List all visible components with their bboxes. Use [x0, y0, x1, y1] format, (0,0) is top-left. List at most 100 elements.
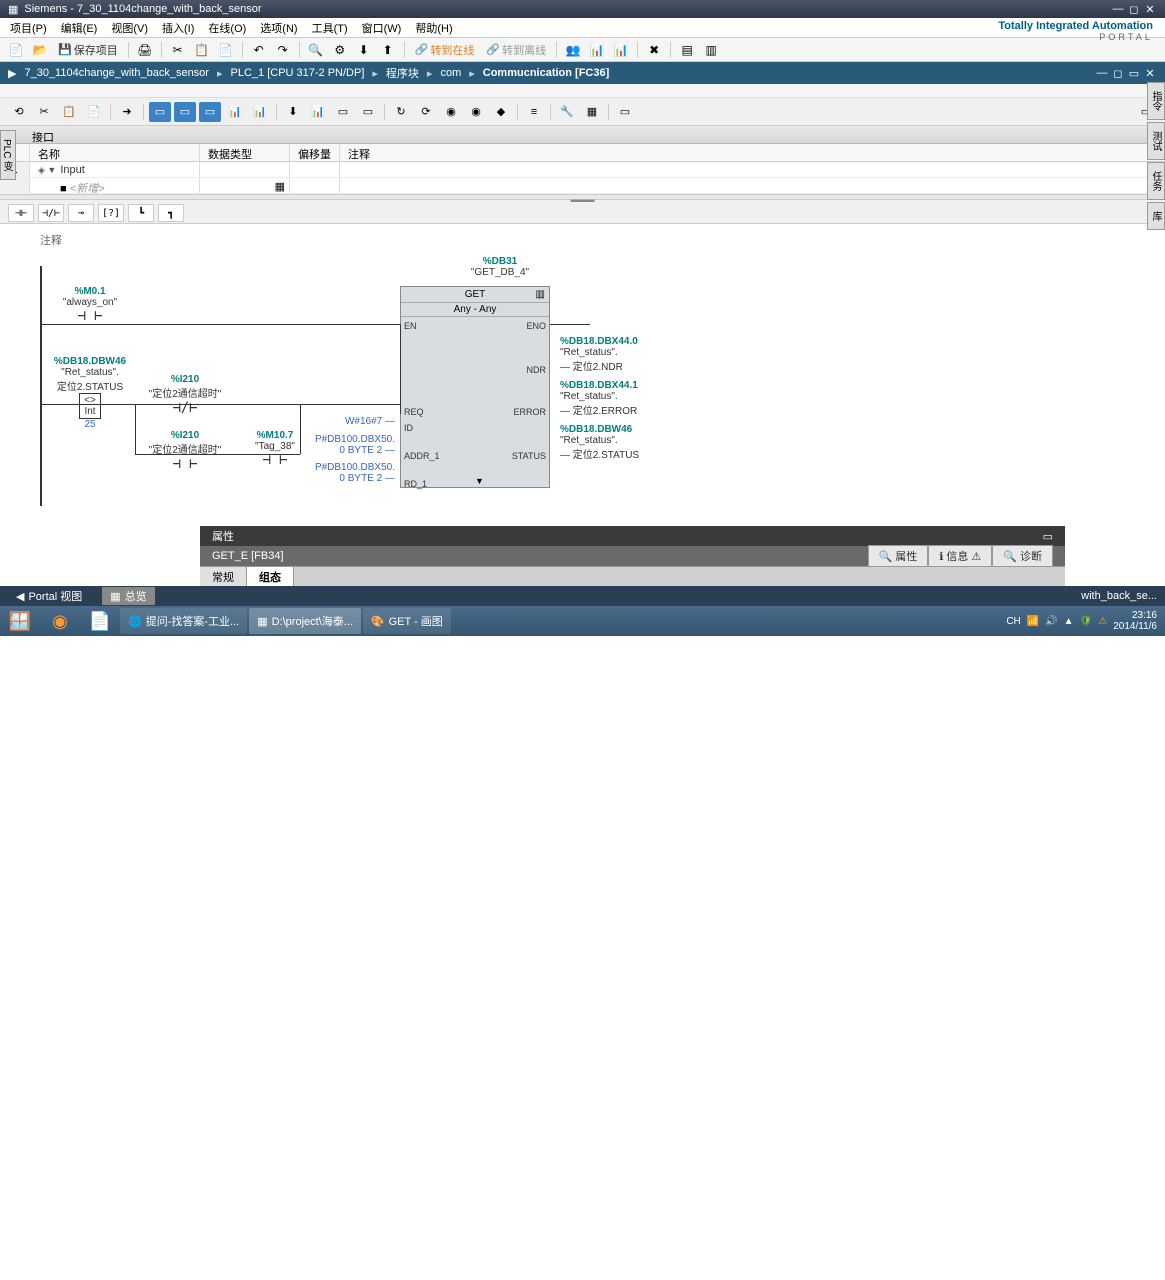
subtab-general[interactable]: 常规 [200, 567, 247, 586]
get-block[interactable]: GET▥ Any - Any EN ENO NDR REQ ERROR ID A… [400, 286, 550, 488]
app-icon-1[interactable]: ◉ [40, 606, 80, 636]
cross-icon[interactable]: ✖ [644, 41, 664, 59]
editor-float-icon[interactable]: ◻ [1111, 66, 1125, 80]
search-icon[interactable]: 🔍 [306, 41, 326, 59]
copy-icon[interactable]: 📋 [192, 41, 212, 59]
bc-item-1[interactable]: 7_30_1104change_with_back_sensor [24, 67, 209, 79]
bc-item-4[interactable]: com [440, 67, 461, 79]
task-paint[interactable]: 🎨 GET - 画图 [363, 608, 451, 634]
go-online-button[interactable]: 🔗 转到在线 [411, 40, 479, 60]
undo-icon[interactable]: ↶ [249, 41, 269, 59]
bc-item-3[interactable]: 程序块 [386, 65, 419, 81]
icon3[interactable]: 📊 [611, 41, 631, 59]
icon1[interactable]: 👥 [563, 41, 583, 59]
task-chrome[interactable]: 🌐 提问-找答案-工业... [120, 608, 247, 634]
start-button[interactable]: 🪟 [0, 606, 40, 636]
ed-btn-12[interactable]: 📊 [307, 102, 329, 122]
ed-btn-14[interactable]: ▭ [357, 102, 379, 122]
app-icon-2[interactable]: 📄 [80, 606, 120, 636]
split-icon[interactable]: ▤ [677, 41, 697, 59]
lad-branch[interactable]: ┗ [128, 204, 154, 222]
redo-icon[interactable]: ↷ [273, 41, 293, 59]
ed-btn-8[interactable]: ▭ [199, 102, 221, 122]
ed-btn-21[interactable]: 🔧 [556, 102, 578, 122]
menu-edit[interactable]: 编辑(E) [55, 18, 104, 38]
network-comment[interactable]: 注释 [40, 232, 1145, 248]
prop-tab-info[interactable]: ℹ 信息 ⚠ [928, 545, 992, 567]
ed-btn-19[interactable]: ◆ [490, 102, 512, 122]
editor-minimize-icon[interactable]: — [1095, 66, 1109, 80]
ed-btn-7[interactable]: ▭ [174, 102, 196, 122]
lad-branch2[interactable]: ┓ [158, 204, 184, 222]
side-tab-tasks[interactable]: 任务 [1147, 162, 1165, 200]
paste-icon[interactable]: 📄 [216, 41, 236, 59]
tray-icon-1[interactable]: 📶 [1027, 616, 1039, 627]
compile-icon[interactable]: ⚙ [330, 41, 350, 59]
ed-btn-17[interactable]: ◉ [440, 102, 462, 122]
side-tab-instructions[interactable]: 指令 [1147, 82, 1165, 120]
ed-btn-6[interactable]: ▭ [149, 102, 171, 122]
ed-btn-9[interactable]: 📊 [224, 102, 246, 122]
menu-insert[interactable]: 插入(I) [156, 18, 200, 38]
bc-arrow-icon[interactable]: ▶ [8, 67, 16, 80]
lad-box[interactable]: [?] [98, 204, 124, 222]
maximize-button[interactable]: ◻ [1127, 2, 1141, 16]
icon2[interactable]: 📊 [587, 41, 607, 59]
tray-shield-icon[interactable]: 🛡 [1080, 616, 1093, 627]
editor-close-icon[interactable]: ✕ [1143, 66, 1157, 80]
menu-online[interactable]: 在线(O) [202, 18, 252, 38]
split2-icon[interactable]: ▥ [701, 41, 721, 59]
task-tia[interactable]: ▦ D:\project\海泰... [249, 608, 361, 634]
ed-btn-15[interactable]: ↻ [390, 102, 412, 122]
tray-alert-icon[interactable]: ⚠ [1098, 616, 1107, 627]
ed-btn-13[interactable]: ▭ [332, 102, 354, 122]
editor-max-icon[interactable]: ▭ [1127, 66, 1141, 80]
ed-btn-4[interactable]: 📄 [83, 102, 105, 122]
ed-btn-2[interactable]: ✂ [33, 102, 55, 122]
portal-view-button[interactable]: ◀ Portal 视图 [8, 587, 90, 605]
tray-lang[interactable]: CH [1006, 616, 1020, 627]
download-icon[interactable]: ⬇ [354, 41, 374, 59]
menu-tools[interactable]: 工具(T) [306, 18, 354, 38]
close-button[interactable]: ✕ [1143, 2, 1157, 16]
contact-timeout-1[interactable]: %I210 "定位2通信超时" ⊣/⊢ [145, 374, 225, 416]
tray-icon-2[interactable]: 🔊 [1045, 616, 1057, 627]
lad-contact-no[interactable]: ⊣⊢ [8, 204, 34, 222]
overview-button[interactable]: ▦ 总览 [102, 587, 154, 605]
ed-btn-11[interactable]: ⬇ [282, 102, 304, 122]
ed-btn-1[interactable]: ⟲ [8, 102, 30, 122]
contact-timeout-2[interactable]: %I210 "定位2通信超时" ⊣ ⊢ [145, 430, 225, 472]
prop-tab-properties[interactable]: 🔍 属性 [868, 545, 929, 567]
print-icon[interactable]: 🖨 [135, 41, 155, 59]
ed-btn-3[interactable]: 📋 [58, 102, 80, 122]
ed-btn-18[interactable]: ◉ [465, 102, 487, 122]
lad-contact-nc[interactable]: ⊣/⊢ [38, 204, 64, 222]
contact-always-on[interactable]: %M0.1 "always_on" ⊣ ⊢ [50, 286, 130, 324]
go-offline-button[interactable]: 🔗 转到离线 [482, 40, 550, 60]
menu-view[interactable]: 视图(V) [105, 18, 154, 38]
open-icon[interactable]: 📂 [30, 41, 50, 59]
ed-btn-23[interactable]: ▭ [614, 102, 636, 122]
interface-row-input[interactable]: 1 ◈ ▼Input [0, 162, 1165, 178]
menu-project[interactable]: 项目(P) [4, 18, 53, 38]
menu-help[interactable]: 帮助(H) [409, 18, 458, 38]
left-tab-plc[interactable]: PLC 变 [0, 130, 16, 180]
side-tab-test[interactable]: 测试 [1147, 122, 1165, 160]
upload-icon[interactable]: ⬆ [378, 41, 398, 59]
ed-btn-10[interactable]: 📊 [249, 102, 271, 122]
contact-tag38[interactable]: %M10.7 "Tag_38" ⊣ ⊢ [240, 430, 310, 468]
side-tab-lib[interactable]: 库 [1147, 202, 1165, 230]
prop-collapse-icon[interactable]: ▭ [1043, 530, 1053, 543]
tray-up-icon[interactable]: ▲ [1064, 616, 1074, 627]
bc-item-2[interactable]: PLC_1 [CPU 317-2 PN/DP] [231, 67, 365, 79]
lad-coil[interactable]: ⊸ [68, 204, 94, 222]
new-icon[interactable]: 📄 [6, 41, 26, 59]
cut-icon[interactable]: ✂ [168, 41, 188, 59]
prop-tab-diag[interactable]: 🔍 诊断 [992, 545, 1053, 567]
ed-btn-16[interactable]: ⟳ [415, 102, 437, 122]
minimize-button[interactable]: — [1111, 2, 1125, 16]
menu-window[interactable]: 窗口(W) [356, 18, 408, 38]
compare-contact[interactable]: %DB18.DBW46 "Ret_status". 定位2.STATUS <>I… [50, 356, 130, 430]
interface-row-new[interactable]: ■ <新增> ▦ [0, 178, 1165, 194]
menu-options[interactable]: 选项(N) [254, 18, 303, 38]
